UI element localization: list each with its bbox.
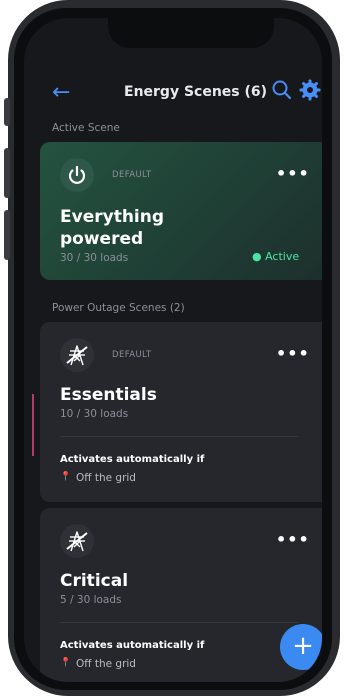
grid-off-icon <box>66 531 88 552</box>
phone-side-button <box>4 148 10 198</box>
scene-card-essentials[interactable]: DEFAULT ••• ‹ Essentials 10 / 30 loads A… <box>40 322 322 502</box>
grid-off-icon-circle <box>60 338 94 372</box>
activation-condition: Off the grid <box>76 658 136 670</box>
scene-card-critical[interactable]: ••• ‹ Critical 5 / 30 loads Activates au… <box>40 508 322 682</box>
auto-activation-label: Activates automatically if <box>60 640 205 651</box>
power-icon <box>68 165 86 184</box>
divider <box>60 622 298 623</box>
header: ← Energy Scenes (6) <box>24 78 322 108</box>
scene-name-line: Everything <box>60 207 165 227</box>
default-tag: DEFAULT <box>112 350 152 360</box>
loads-count: 30 / 30 loads <box>60 252 129 264</box>
more-options-button[interactable]: ••• <box>276 164 310 183</box>
search-icon[interactable] <box>270 78 294 102</box>
grid-off-icon-circle <box>60 524 94 558</box>
arrow-left-icon[interactable]: ← <box>52 80 70 105</box>
scene-name-line: powered <box>60 229 144 249</box>
scene-name: Essentials <box>60 385 157 405</box>
status-badge: ● Active <box>252 250 300 263</box>
accent-line <box>32 394 34 456</box>
active-scene-card[interactable]: DEFAULT ••• ‹ Everything powered 30 / 30… <box>40 142 322 280</box>
loads-count: 10 / 30 loads <box>60 408 129 420</box>
section-label-active: Active Scene <box>52 122 120 134</box>
phone-side-button <box>4 98 10 126</box>
grid-off-icon <box>66 345 88 366</box>
pin-icon: 📍 <box>60 658 72 668</box>
page-title: Energy Scenes (6) <box>124 84 268 100</box>
section-label-outage: Power Outage Scenes (2) <box>52 302 185 314</box>
divider <box>60 436 298 437</box>
more-options-button[interactable]: ••• <box>276 344 310 363</box>
auto-activation-label: Activates automatically if <box>60 454 205 465</box>
more-options-button[interactable]: ••• <box>276 530 310 549</box>
phone-side-button <box>4 210 10 260</box>
scene-name: Everything powered <box>60 206 164 250</box>
power-icon-circle <box>60 158 94 192</box>
notch <box>108 18 274 48</box>
scene-name: Critical <box>60 571 129 591</box>
loads-count: 5 / 30 loads <box>60 594 122 606</box>
add-scene-button[interactable]: + <box>280 624 322 670</box>
activation-condition: Off the grid <box>76 472 136 484</box>
app-screen: ← Energy Scenes (6) Active Scene DEFAULT… <box>24 18 322 682</box>
gear-icon[interactable] <box>298 78 322 102</box>
default-tag: DEFAULT <box>112 170 152 180</box>
pin-icon: 📍 <box>60 472 72 482</box>
